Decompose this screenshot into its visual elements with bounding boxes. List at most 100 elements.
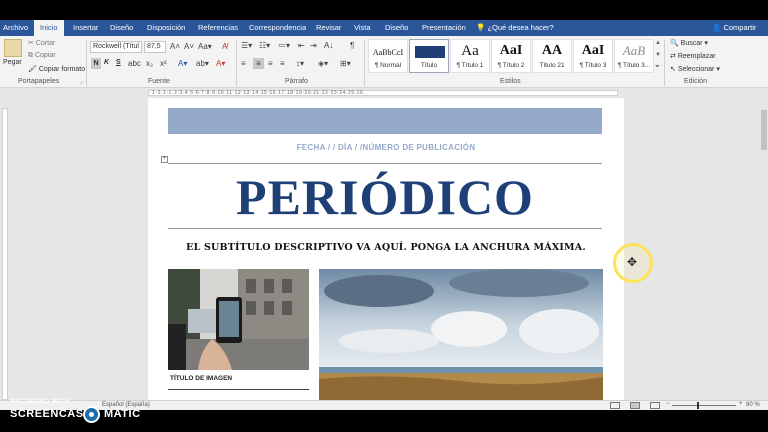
style-heading-1[interactable]: Aa ¶ Título 1	[450, 39, 490, 73]
change-case-icon[interactable]: Aa▾	[198, 42, 212, 51]
format-painter-button[interactable]: 🖌 Copiar formato	[28, 65, 85, 73]
table-move-handle-icon[interactable]: +	[161, 156, 168, 163]
title-preview-block	[415, 46, 445, 58]
scissors-icon: ✂	[28, 40, 36, 47]
street-photo-art	[168, 269, 309, 370]
subtitle[interactable]: EL SUBTÍTULO DESCRIPTIVO VA AQUÍ. PONGA …	[148, 242, 624, 253]
strikethrough-icon[interactable]: abc	[128, 59, 141, 68]
style-normal[interactable]: AaBbCcI ¶ Normal	[368, 39, 408, 73]
superscript-icon[interactable]: x²	[160, 59, 167, 68]
font-size-combo[interactable]: 87,5	[144, 41, 166, 53]
decrease-indent-icon[interactable]: ⇤	[298, 41, 305, 50]
style-heading-21[interactable]: AA Título 21	[532, 39, 572, 73]
justify-icon[interactable]: ≡	[280, 59, 285, 68]
find-button[interactable]: 🔍 Buscar ▾	[670, 39, 708, 47]
tab-diseno[interactable]: Diseño	[110, 20, 133, 36]
print-layout-icon[interactable]	[630, 402, 640, 409]
style-heading-3-alt[interactable]: AaB ¶ Título 3...	[614, 39, 654, 73]
italic-button[interactable]: K	[104, 59, 109, 66]
divider	[236, 40, 237, 86]
styles-scroll-down-icon[interactable]: ▼	[655, 52, 661, 58]
share-button[interactable]: 👤 Compartir	[712, 20, 756, 36]
align-center-icon[interactable]: ≡	[253, 58, 264, 69]
align-left-icon[interactable]: ≡	[241, 59, 246, 68]
paragraph-group-label: Párrafo	[285, 78, 308, 85]
bullets-icon[interactable]: ☰▾	[241, 41, 252, 50]
document-page[interactable]: FECHA / / DÍA / /NÚMERO DE PUBLICACIÓN +…	[148, 98, 624, 400]
paste-button[interactable]: Pegar	[3, 59, 22, 66]
cut-button[interactable]: ✂ Cortar	[28, 39, 55, 47]
paste-icon[interactable]	[4, 39, 22, 57]
recorder-watermark-caption: RECORDED WITH	[10, 398, 70, 405]
dialog-launcher-icon[interactable]: ⌟	[80, 78, 83, 85]
multilevel-list-icon[interactable]: ≔▾	[278, 41, 290, 50]
tab-vista[interactable]: Vista	[354, 20, 371, 36]
tab-presentacion[interactable]: Presentación	[422, 20, 466, 36]
select-button[interactable]: ↖ Seleccionar ▾	[670, 65, 720, 73]
align-right-icon[interactable]: ≡	[268, 59, 273, 68]
tell-me-search[interactable]: 💡 ¿Qué desea hacer?	[476, 20, 554, 36]
bold-button[interactable]: N	[91, 58, 101, 69]
sort-icon[interactable]: A↓	[324, 41, 333, 50]
person-icon: 👤	[712, 23, 724, 32]
vertical-ruler[interactable]	[0, 98, 10, 400]
horizontal-ruler[interactable]: ·1·2·1·1·2·3·4·5·6·7·8·9·10·11·12·13·14·…	[0, 88, 768, 98]
numbering-icon[interactable]: ☷▾	[259, 41, 270, 50]
borders-icon[interactable]: ⊞▾	[340, 59, 351, 68]
divider	[364, 40, 365, 86]
grow-font-icon[interactable]: A˄	[170, 42, 180, 51]
zoom-level[interactable]: 80 %	[746, 402, 760, 408]
copy-button[interactable]: ⧉ Copiar	[28, 52, 56, 60]
masthead-title[interactable]: PERIÓDICO	[168, 168, 602, 226]
read-mode-icon[interactable]	[610, 402, 620, 409]
web-layout-icon[interactable]	[650, 402, 660, 409]
tab-revisar[interactable]: Revisar	[316, 20, 341, 36]
masthead-rule-bottom	[168, 228, 602, 229]
zoom-slider-thumb[interactable]	[697, 402, 699, 409]
lightbulb-icon: 💡	[476, 23, 488, 32]
tab-referencias[interactable]: Referencias	[198, 20, 238, 36]
tab-diseno-tabla[interactable]: Diseño	[385, 20, 408, 36]
zoom-in-icon[interactable]: +	[739, 401, 743, 407]
clipboard-group-label: Portapapeles	[18, 78, 60, 85]
tab-archivo[interactable]: Archivo	[3, 20, 28, 36]
image-caption[interactable]: TÍTULO DE IMAGEN	[170, 375, 232, 382]
highlight-icon[interactable]: ab▾	[196, 59, 209, 68]
zoom-slider[interactable]	[672, 405, 736, 406]
increase-indent-icon[interactable]: ⇥	[310, 41, 317, 50]
replace-button[interactable]: ⇄ Reemplazar	[670, 52, 716, 60]
tab-insertar[interactable]: Insertar	[73, 20, 98, 36]
style-heading-2[interactable]: AaI ¶ Título 2	[491, 39, 531, 73]
subscript-icon[interactable]: x₂	[146, 59, 153, 68]
word-window: Archivo Inicio Insertar Diseño Disposici…	[0, 0, 768, 432]
clear-formatting-icon[interactable]: A̸	[222, 42, 227, 51]
vertical-scrollbar[interactable]	[760, 98, 768, 400]
chevron-down-icon: ▾	[702, 40, 708, 47]
tab-disposicion[interactable]: Disposición	[147, 20, 185, 36]
font-name-combo[interactable]: Rockwell (Títul	[90, 41, 142, 53]
tab-correspondencia[interactable]: Correspondencia	[249, 20, 306, 36]
shading-icon[interactable]: ◈▾	[318, 59, 328, 68]
zoom-out-icon[interactable]: −	[666, 401, 670, 407]
scrollbar-thumb[interactable]	[761, 110, 767, 150]
dateline[interactable]: FECHA / / DÍA / /NÚMERO DE PUBLICACIÓN	[148, 143, 624, 152]
masthead-block[interactable]: PERIÓDICO	[168, 168, 602, 226]
styles-scroll-up-icon[interactable]: ▲	[655, 40, 661, 46]
style-heading-3[interactable]: AaI ¶ Título 3	[573, 39, 613, 73]
search-icon: 🔍	[670, 40, 681, 47]
underline-button[interactable]: S	[116, 59, 121, 66]
tab-inicio[interactable]: Inicio	[34, 20, 64, 36]
street-photo[interactable]	[168, 269, 309, 370]
font-color-icon[interactable]: A▾	[216, 59, 225, 68]
styles-more-icon[interactable]: ⏷	[655, 64, 660, 71]
coast-photo[interactable]	[319, 269, 603, 400]
text-effects-icon[interactable]: A▾	[178, 59, 187, 68]
caption-rule	[168, 389, 309, 390]
style-title[interactable]: Título	[409, 39, 449, 73]
show-formatting-icon[interactable]: ¶	[350, 41, 354, 50]
video-letterbox-top	[0, 0, 768, 20]
shrink-font-icon[interactable]: A˅	[184, 42, 194, 51]
replace-icon: ⇄	[670, 53, 678, 60]
brush-icon: 🖌	[28, 66, 39, 73]
line-spacing-icon[interactable]: ↕▾	[296, 59, 304, 68]
